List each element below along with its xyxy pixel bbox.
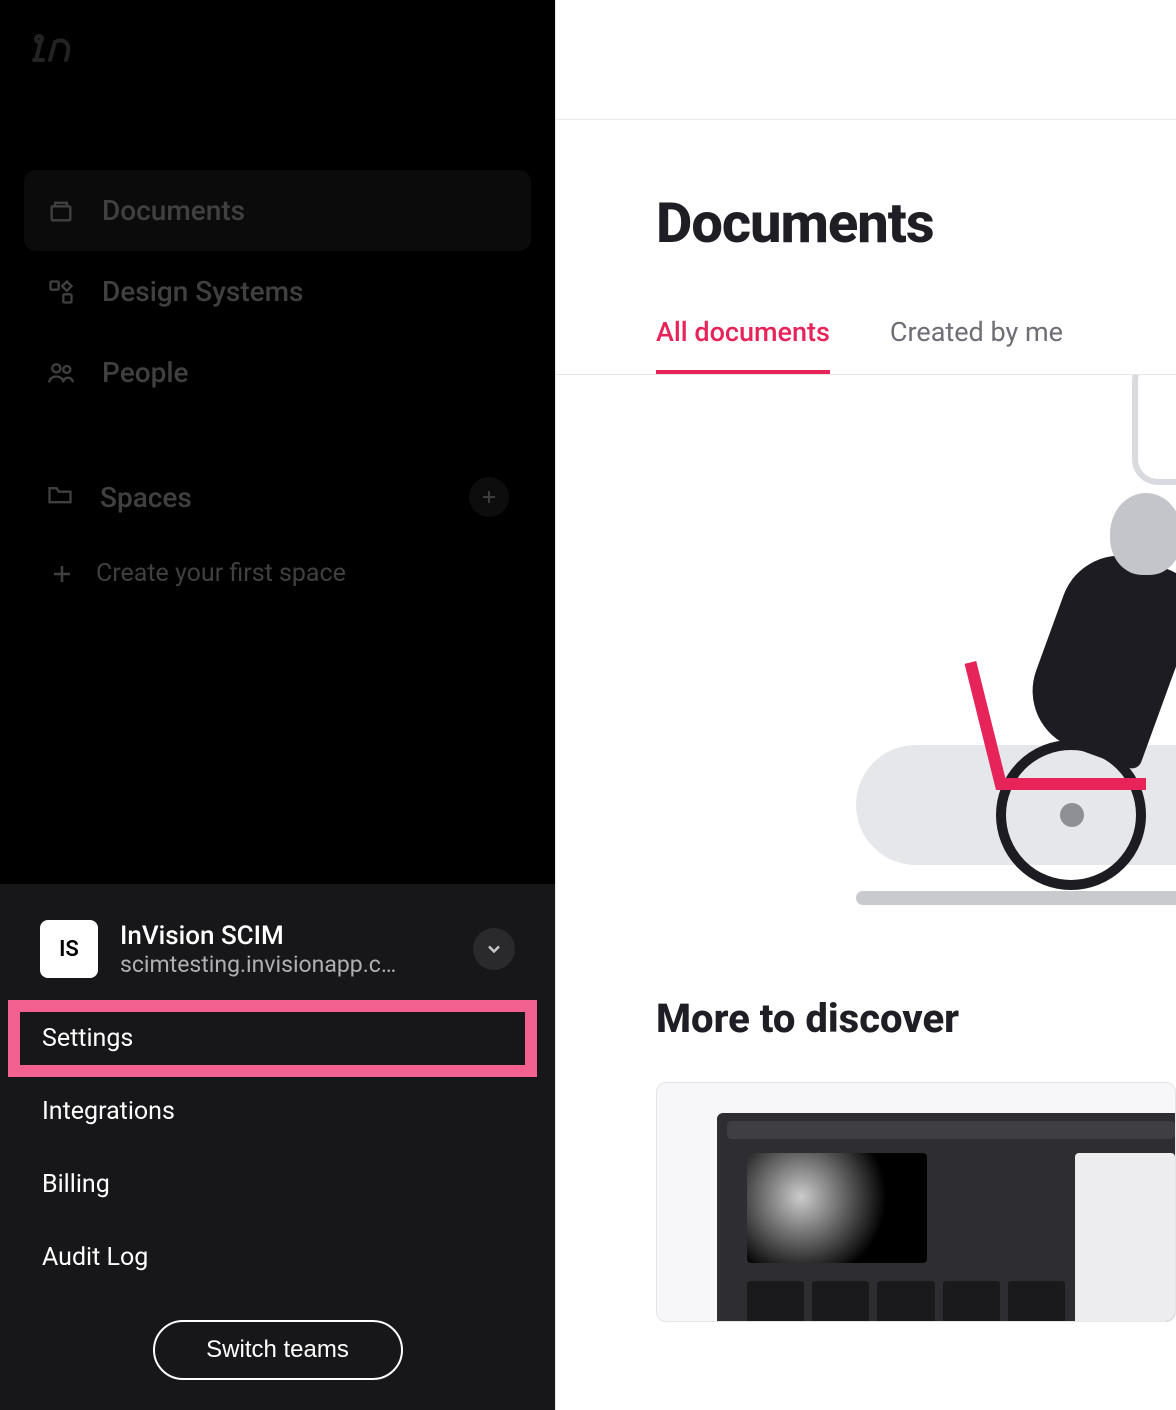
sidebar-item-label: People <box>102 356 188 389</box>
menu-item-label: Billing <box>42 1170 110 1199</box>
team-name: InVision SCIM <box>120 921 451 951</box>
team-switcher[interactable]: IS InVision SCIM scimtesting.invisionapp… <box>0 884 555 1002</box>
team-url: scimtesting.invisionapp.c… <box>120 951 451 978</box>
page-title: Documents <box>556 120 1176 256</box>
team-menu-integrations[interactable]: Integrations <box>0 1075 555 1148</box>
menu-item-label: Settings <box>42 1024 133 1053</box>
create-space-label: Create your first space <box>96 559 346 588</box>
discover-heading: More to discover <box>556 995 1176 1042</box>
sidebar-item-people[interactable]: People <box>24 332 531 413</box>
illustration-person-head <box>1110 493 1176 575</box>
spaces-label: Spaces <box>100 481 192 514</box>
team-avatar: IS <box>40 920 98 978</box>
main-content: Documents All documents Created by me Mo… <box>555 0 1176 1410</box>
invision-logo <box>0 0 555 110</box>
sidebar-item-label: Design Systems <box>102 275 303 308</box>
spaces-header: Spaces <box>24 453 531 541</box>
top-bar <box>556 0 1176 120</box>
sidebar-item-label: Documents <box>102 194 245 227</box>
documents-icon <box>46 196 76 226</box>
add-space-button[interactable] <box>469 477 509 517</box>
team-section: IS InVision SCIM scimtesting.invisionapp… <box>0 884 555 1410</box>
discover-card-thumbnail <box>717 1113 1176 1322</box>
design-systems-icon <box>46 277 76 307</box>
sidebar: Documents Design Systems People <box>0 0 555 1410</box>
illustration-screen <box>1132 375 1176 485</box>
switch-teams-button[interactable]: Switch teams <box>153 1320 403 1380</box>
menu-item-label: Integrations <box>42 1097 175 1126</box>
discover-card[interactable] <box>656 1082 1176 1322</box>
people-icon <box>46 358 76 388</box>
illustration-shadow <box>856 891 1176 905</box>
tab-created-by-me[interactable]: Created by me <box>890 316 1063 374</box>
folder-icon <box>46 480 74 515</box>
empty-state-illustration <box>556 375 1176 995</box>
create-first-space[interactable]: Create your first space <box>24 541 531 606</box>
sidebar-item-documents[interactable]: Documents <box>24 170 531 251</box>
team-menu-audit-log[interactable]: Audit Log <box>0 1221 555 1294</box>
primary-nav: Documents Design Systems People <box>0 110 555 606</box>
menu-item-label: Audit Log <box>42 1243 148 1272</box>
team-menu-billing[interactable]: Billing <box>0 1148 555 1221</box>
illustration-hub <box>1060 803 1084 827</box>
tab-all-documents[interactable]: All documents <box>656 316 830 374</box>
sidebar-item-design-systems[interactable]: Design Systems <box>24 251 531 332</box>
team-menu-settings[interactable]: Settings <box>0 1002 555 1075</box>
chevron-down-icon[interactable] <box>473 928 515 970</box>
document-tabs: All documents Created by me <box>556 256 1176 375</box>
